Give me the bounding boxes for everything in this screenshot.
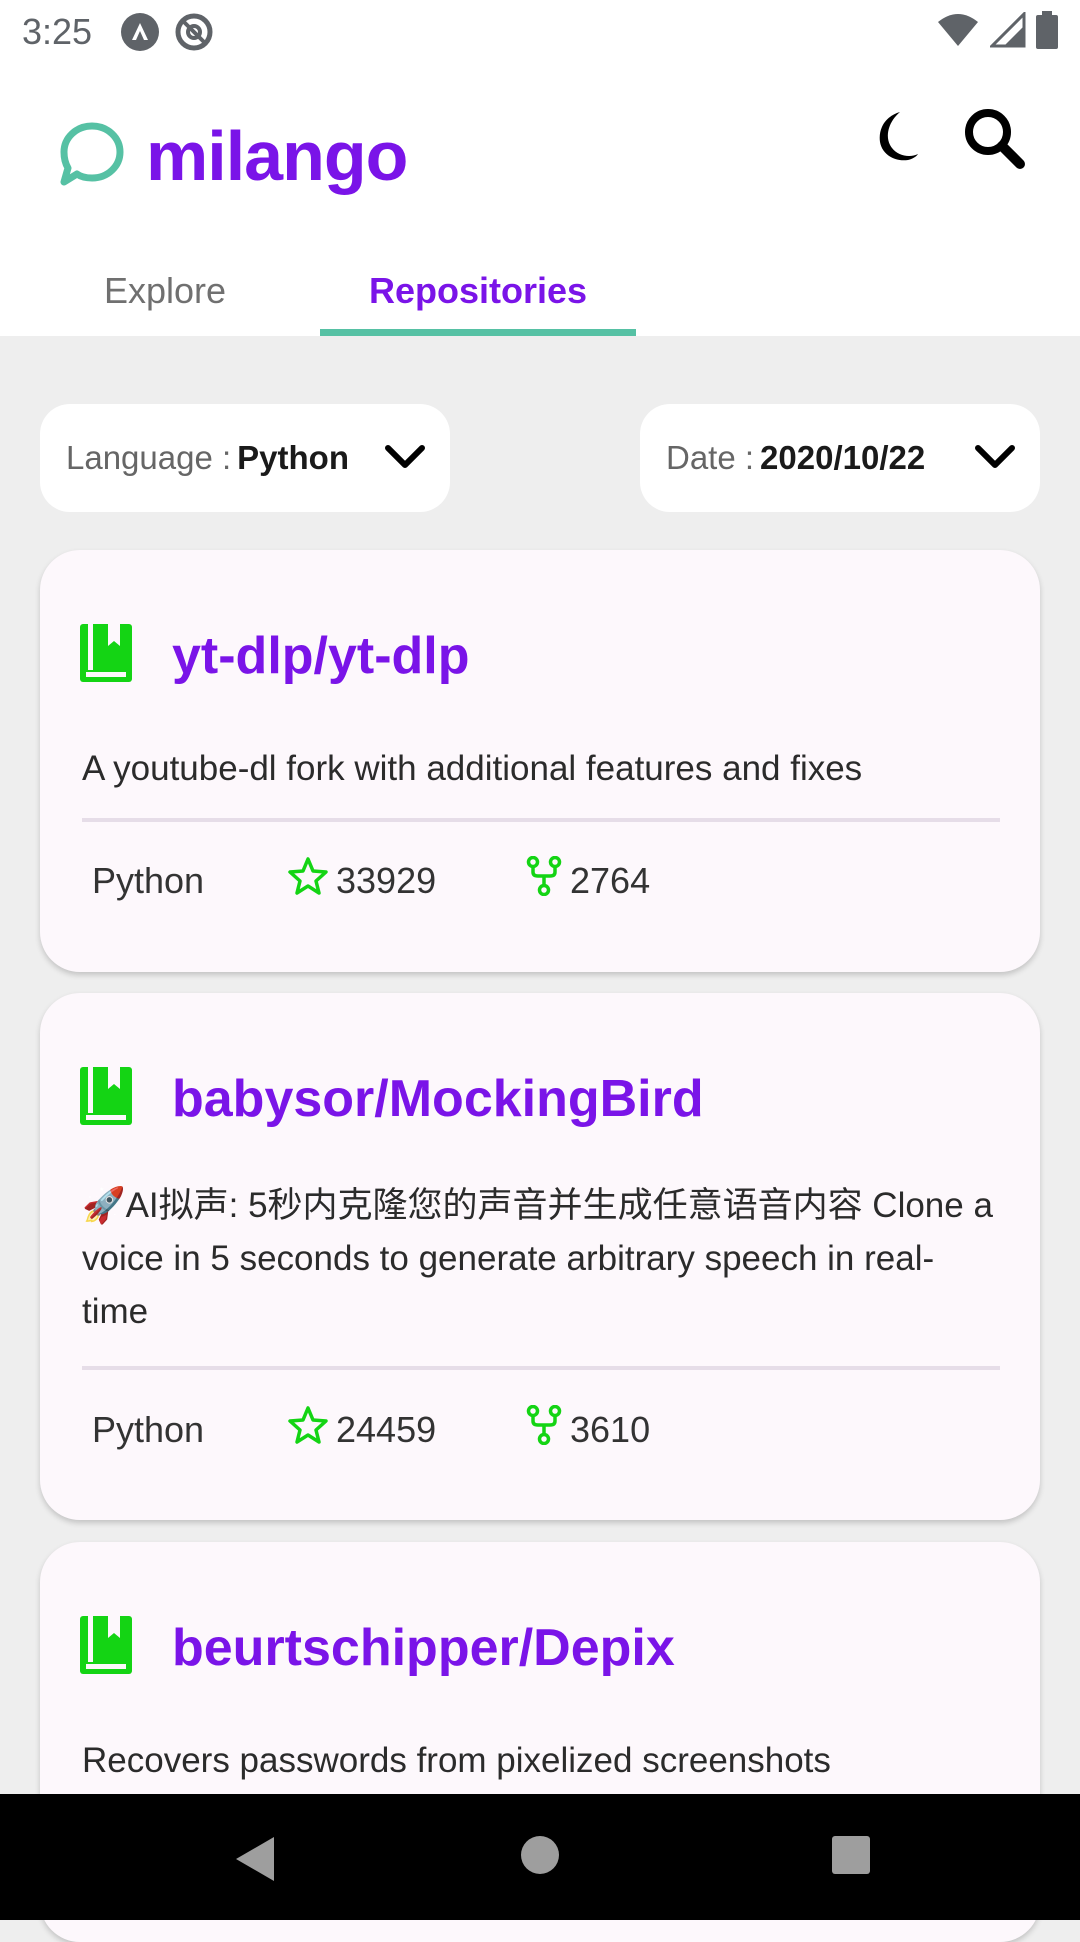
recents-icon[interactable] <box>830 1834 872 1881</box>
language-filter-label: Language : <box>66 439 232 476</box>
app-title: milango <box>146 117 408 195</box>
repo-book-icon <box>80 1067 132 1130</box>
home-icon[interactable] <box>519 1834 561 1881</box>
chevron-down-icon <box>384 442 426 480</box>
wifi-icon <box>936 12 980 53</box>
navigation-bar <box>0 1794 1080 1920</box>
date-filter[interactable]: Date : 2020/10/22 <box>640 404 1040 512</box>
repo-stars: 24459 <box>336 1408 437 1450</box>
back-icon[interactable] <box>232 1834 278 1889</box>
repo-forks: 3610 <box>570 1408 651 1450</box>
repo-card[interactable]: yt-dlp/yt-dlp A youtube-dl fork with add… <box>40 550 1040 972</box>
repo-stars: 33929 <box>336 859 437 901</box>
notification-at-icon <box>174 12 214 52</box>
signal-icon <box>988 9 1026 53</box>
repo-stats: Python 24459 3610 <box>92 1404 651 1454</box>
dark-mode-icon <box>862 108 922 173</box>
dark-mode-button[interactable] <box>856 104 928 176</box>
star-icon <box>288 857 336 904</box>
star-icon <box>288 1406 336 1453</box>
status-time: 3:25 <box>22 11 93 52</box>
repo-book-icon <box>80 624 132 687</box>
search-icon <box>962 106 1026 175</box>
repo-description: Recovers passwords from pixelized screen… <box>82 1741 831 1780</box>
date-filter-label: Date : <box>666 439 755 476</box>
tab-explore[interactable]: Explore <box>40 254 290 336</box>
app-header: milango Explore Repositories <box>0 64 1080 336</box>
chat-bubble-icon <box>58 120 126 193</box>
repo-language: Python <box>92 1408 205 1450</box>
search-button[interactable] <box>958 104 1030 176</box>
repo-book-icon <box>80 1616 132 1679</box>
repo-name[interactable]: yt-dlp/yt-dlp <box>172 626 470 686</box>
battery-icon <box>1036 10 1058 54</box>
brand: milango <box>58 116 408 196</box>
repo-description: A youtube-dl fork with additional featur… <box>82 749 863 788</box>
repo-name[interactable]: beurtschipper/Depix <box>172 1618 675 1678</box>
tab-indicator <box>320 329 636 336</box>
notification-a-icon <box>120 12 160 52</box>
divider <box>82 1366 1000 1370</box>
repo-description: 🚀AI拟声: 5秒内克隆您的声音并生成任意语音内容 Clone a voice … <box>82 1186 993 1331</box>
language-filter[interactable]: Language : Python <box>40 404 450 512</box>
repo-forks: 2764 <box>570 859 651 901</box>
repo-stats: Python 33929 2764 <box>92 855 651 905</box>
divider <box>82 818 1000 822</box>
fork-icon <box>526 855 570 905</box>
tab-bar: Explore Repositories <box>0 254 1080 336</box>
fork-icon <box>526 1404 570 1454</box>
date-filter-value: 2020/10/22 <box>760 439 926 476</box>
repo-name[interactable]: babysor/MockingBird <box>172 1069 704 1129</box>
tab-repositories[interactable]: Repositories <box>320 254 636 336</box>
chevron-down-icon <box>974 442 1016 480</box>
language-filter-value: Python <box>237 439 349 476</box>
status-bar: 3:25 <box>0 0 1080 64</box>
repo-card[interactable]: babysor/MockingBird 🚀AI拟声: 5秒内克隆您的声音并生成任… <box>40 993 1040 1520</box>
repo-language: Python <box>92 859 205 901</box>
